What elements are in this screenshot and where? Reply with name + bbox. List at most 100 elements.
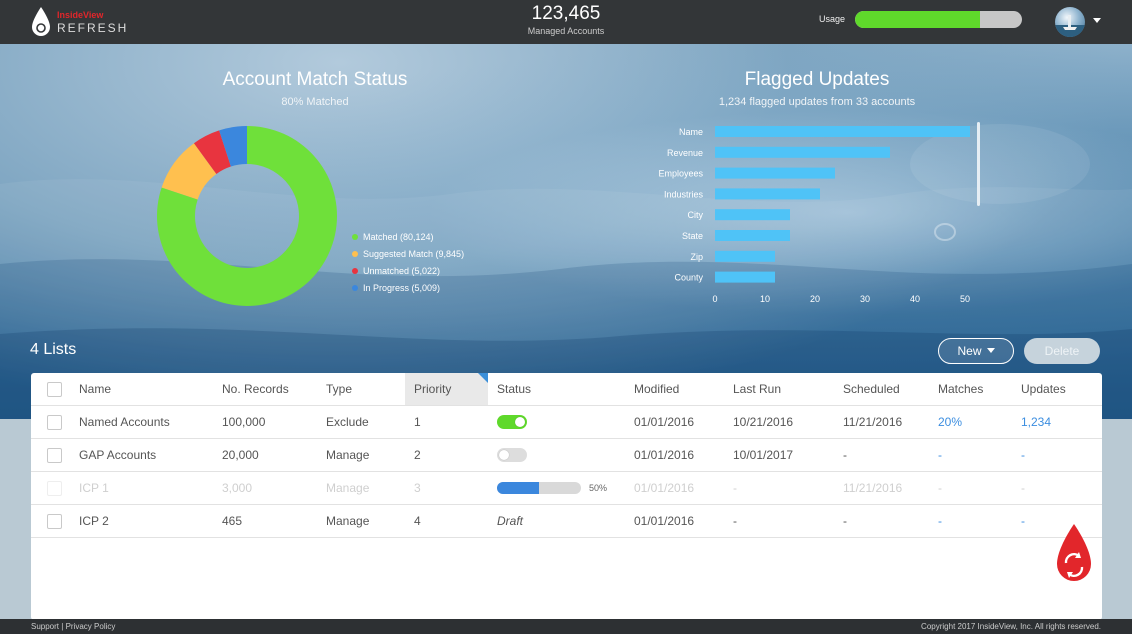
bar-category-label: Employees	[658, 169, 703, 179]
insideview-drop-logo-icon[interactable]	[30, 6, 52, 38]
privacy-policy-link[interactable]: Privacy Policy	[66, 622, 116, 631]
updates-value: -	[1021, 481, 1025, 495]
column-header-priority[interactable]: Priority	[414, 373, 451, 405]
refresh-fab-icon[interactable]	[1055, 523, 1093, 583]
legend-label: In Progress (5,009)	[363, 282, 441, 293]
list-type: Exclude	[326, 415, 369, 429]
last-run-date: -	[733, 514, 737, 528]
bar-industries[interactable]	[715, 188, 820, 200]
progress-bar-fill	[497, 482, 539, 494]
flagged-updates-title: Flagged Updates	[744, 69, 890, 90]
table-row[interactable]: ICP 2 465 Manage 4 Draft 01/01/2016 - - …	[31, 505, 1102, 538]
updates-link[interactable]: 1,234	[1021, 406, 1051, 438]
last-run-date: 10/01/2017	[733, 448, 794, 462]
list-type: Manage	[326, 481, 370, 495]
select-all-checkbox[interactable]	[47, 382, 62, 397]
lists-count-title: 4 Lists	[30, 341, 77, 358]
copyright-text: Copyright 2017 InsideView, Inc. All righ…	[921, 622, 1101, 631]
status-toggle-off[interactable]	[497, 448, 527, 462]
scheduled-date: -	[843, 448, 847, 462]
updates-link[interactable]: -	[1021, 439, 1025, 471]
match-status-legend: Matched (80,124) Suggested Match (9,845) U…	[352, 228, 464, 296]
legend-item: In Progress (5,009)	[352, 279, 464, 296]
legend-item: Suggested Match (9,845)	[352, 245, 464, 262]
bar-category-label: Revenue	[667, 148, 703, 158]
avatar-image-icon	[1055, 15, 1085, 37]
scheduled-date: 11/21/2016	[843, 481, 903, 495]
row-checkbox[interactable]	[47, 448, 62, 463]
footer-links: Support | Privacy Policy	[31, 622, 115, 631]
last-run-date: -	[733, 481, 737, 495]
toggle-knob	[515, 417, 525, 427]
bar-county[interactable]	[715, 271, 775, 283]
scheduled-date: 11/21/2016	[843, 415, 903, 429]
list-name[interactable]: Named Accounts	[79, 406, 170, 438]
user-avatar[interactable]	[1055, 7, 1085, 37]
bar-revenue[interactable]	[715, 146, 890, 158]
chart-scrollbar[interactable]	[977, 122, 980, 206]
toggle-knob	[499, 450, 509, 460]
legend-label: Matched (80,124)	[363, 231, 434, 242]
bar-name[interactable]	[715, 126, 970, 137]
bar-employees[interactable]	[715, 167, 835, 179]
column-header-updates[interactable]: Updates	[1021, 373, 1066, 405]
usage-label: Usage	[819, 14, 846, 24]
status-progress-bar	[497, 482, 581, 494]
bar-category-label: Name	[679, 127, 703, 137]
column-header-last-run[interactable]: Last Run	[733, 373, 781, 405]
status-toggle-on[interactable]	[497, 415, 527, 429]
bar-state[interactable]	[715, 230, 790, 241]
row-checkbox[interactable]	[47, 415, 62, 430]
bar-city[interactable]	[715, 209, 790, 221]
column-header-scheduled[interactable]: Scheduled	[843, 373, 900, 405]
usage-bar-fill	[855, 11, 981, 28]
row-checkbox	[47, 481, 62, 496]
bar-category-label: Industries	[664, 189, 704, 199]
legend-dot	[352, 250, 358, 257]
x-tick-label: 30	[860, 294, 870, 304]
table-row[interactable]: GAP Accounts 20,000 Manage 2 01/01/2016 …	[31, 439, 1102, 472]
bar-category-label: State	[682, 231, 703, 241]
matches-link[interactable]: -	[938, 505, 942, 537]
row-checkbox[interactable]	[47, 514, 62, 529]
x-tick-label: 40	[910, 294, 920, 304]
x-tick-label: 0	[712, 294, 717, 304]
modified-date: 01/01/2016	[634, 415, 695, 429]
table-row[interactable]: Named Accounts 100,000 Exclude 1 01/01/2…	[31, 406, 1102, 439]
modified-date: 01/01/2016	[634, 481, 695, 495]
matches-link[interactable]: 20%	[938, 406, 962, 438]
flagged-updates-bar-chart: Name Revenue Employees Industries City State Z…	[658, 122, 980, 304]
records-count: 465	[222, 514, 243, 528]
delete-button[interactable]: Delete	[1024, 338, 1100, 364]
column-header-type[interactable]: Type	[326, 373, 352, 405]
column-header-matches[interactable]: Matches	[938, 373, 983, 405]
records-count: 3,000	[222, 481, 253, 495]
column-header-name[interactable]: Name	[79, 373, 111, 405]
brand-refresh: REFRESH	[57, 21, 129, 35]
footer: Support | Privacy Policy Copyright 2017 …	[0, 619, 1132, 634]
column-header-records[interactable]: No. Records	[222, 373, 289, 405]
chevron-down-icon	[986, 348, 995, 353]
legend-item: Unmatched (5,022)	[352, 262, 464, 279]
records-count: 20,000	[222, 448, 259, 462]
match-status-donut-chart	[157, 126, 337, 307]
new-button-label: New	[957, 344, 982, 358]
priority-value: 1	[414, 415, 421, 429]
bar-zip[interactable]	[715, 250, 775, 262]
legend-item: Matched (80,124)	[352, 228, 464, 245]
list-name[interactable]: ICP 2	[79, 505, 109, 537]
user-menu-chevron-down-icon[interactable]	[1093, 18, 1101, 23]
support-link[interactable]: Support	[31, 622, 59, 631]
usage-bar	[855, 11, 1022, 28]
list-type: Manage	[326, 448, 370, 462]
last-run-date: 10/21/2016	[733, 415, 794, 429]
list-type: Manage	[326, 514, 370, 528]
progress-percent: 50%	[589, 483, 608, 493]
matches-link[interactable]: -	[938, 439, 942, 471]
updates-link[interactable]: -	[1021, 505, 1025, 537]
lists-table: Name No. Records Type Priority Status Mo…	[31, 373, 1102, 620]
new-list-button[interactable]: New	[938, 338, 1014, 364]
list-name[interactable]: GAP Accounts	[79, 439, 156, 471]
column-header-modified[interactable]: Modified	[634, 373, 679, 405]
column-header-status[interactable]: Status	[497, 373, 531, 405]
